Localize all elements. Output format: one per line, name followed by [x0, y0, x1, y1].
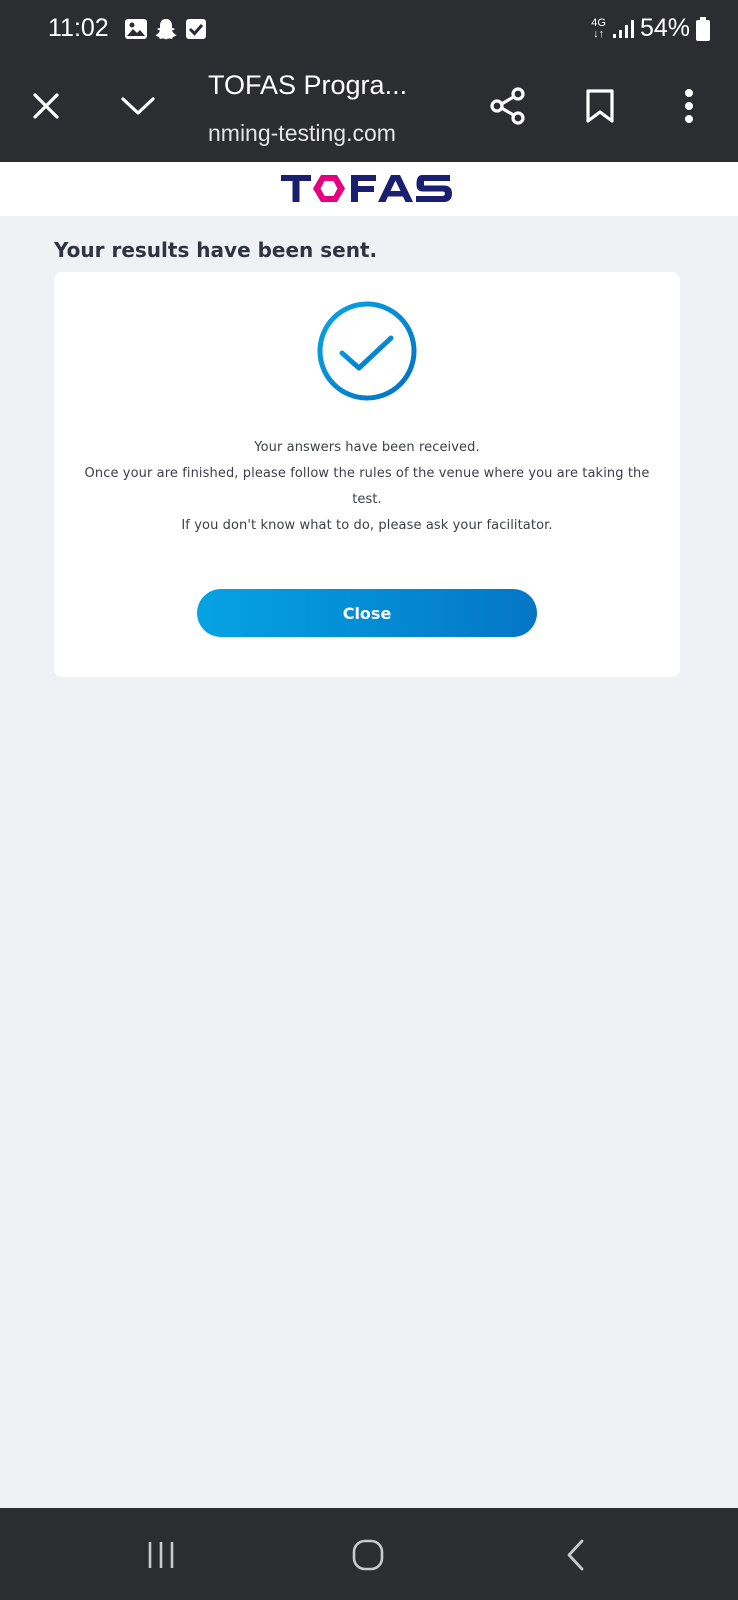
status-right: 4G ↓↑ 54% — [591, 14, 710, 43]
checkbox-icon — [186, 19, 206, 39]
site-header — [0, 162, 738, 216]
status-bar: 11:02 4G ↓↑ 54% — [0, 0, 738, 58]
message-line: If you don't know what to do, please ask… — [181, 518, 553, 533]
home-icon[interactable] — [352, 1539, 384, 1571]
back-icon[interactable] — [564, 1538, 586, 1572]
more-vert-icon[interactable] — [683, 88, 695, 124]
snapchat-icon — [155, 19, 177, 40]
browser-toolbar: TOFAS Progra... nming-testing.com — [0, 58, 738, 162]
tab-title: TOFAS Progra... — [208, 70, 408, 100]
page-title: Your results have been sent. — [54, 238, 378, 262]
network-label: 4G — [591, 16, 606, 29]
gallery-icon — [125, 19, 147, 39]
close-button[interactable]: Close — [197, 589, 537, 637]
message-line: test. — [352, 492, 382, 507]
tab-url[interactable]: nming-testing.com — [208, 120, 396, 147]
status-time: 11:02 — [48, 14, 109, 42]
bookmark-icon[interactable] — [585, 88, 615, 124]
share-icon[interactable] — [488, 86, 528, 126]
navigation-bar — [0, 1508, 738, 1600]
notification-icons — [124, 17, 208, 41]
network-arrows: ↓↑ — [593, 27, 605, 40]
result-card: Your answers have been received. Once yo… — [54, 272, 680, 677]
message-line: Once your are finished, please follow th… — [84, 466, 650, 481]
chevron-down-icon[interactable] — [120, 94, 156, 118]
signal-icon — [612, 19, 634, 38]
message-line: Your answers have been received. — [254, 440, 480, 455]
close-icon[interactable] — [32, 92, 60, 120]
recent-apps-icon[interactable] — [146, 1540, 176, 1570]
battery-icon — [696, 16, 710, 41]
network-type: 4G ↓↑ — [591, 16, 606, 40]
check-circle-icon — [317, 301, 417, 401]
battery-percent: 54% — [639, 14, 690, 42]
tofas-logo — [281, 175, 452, 202]
